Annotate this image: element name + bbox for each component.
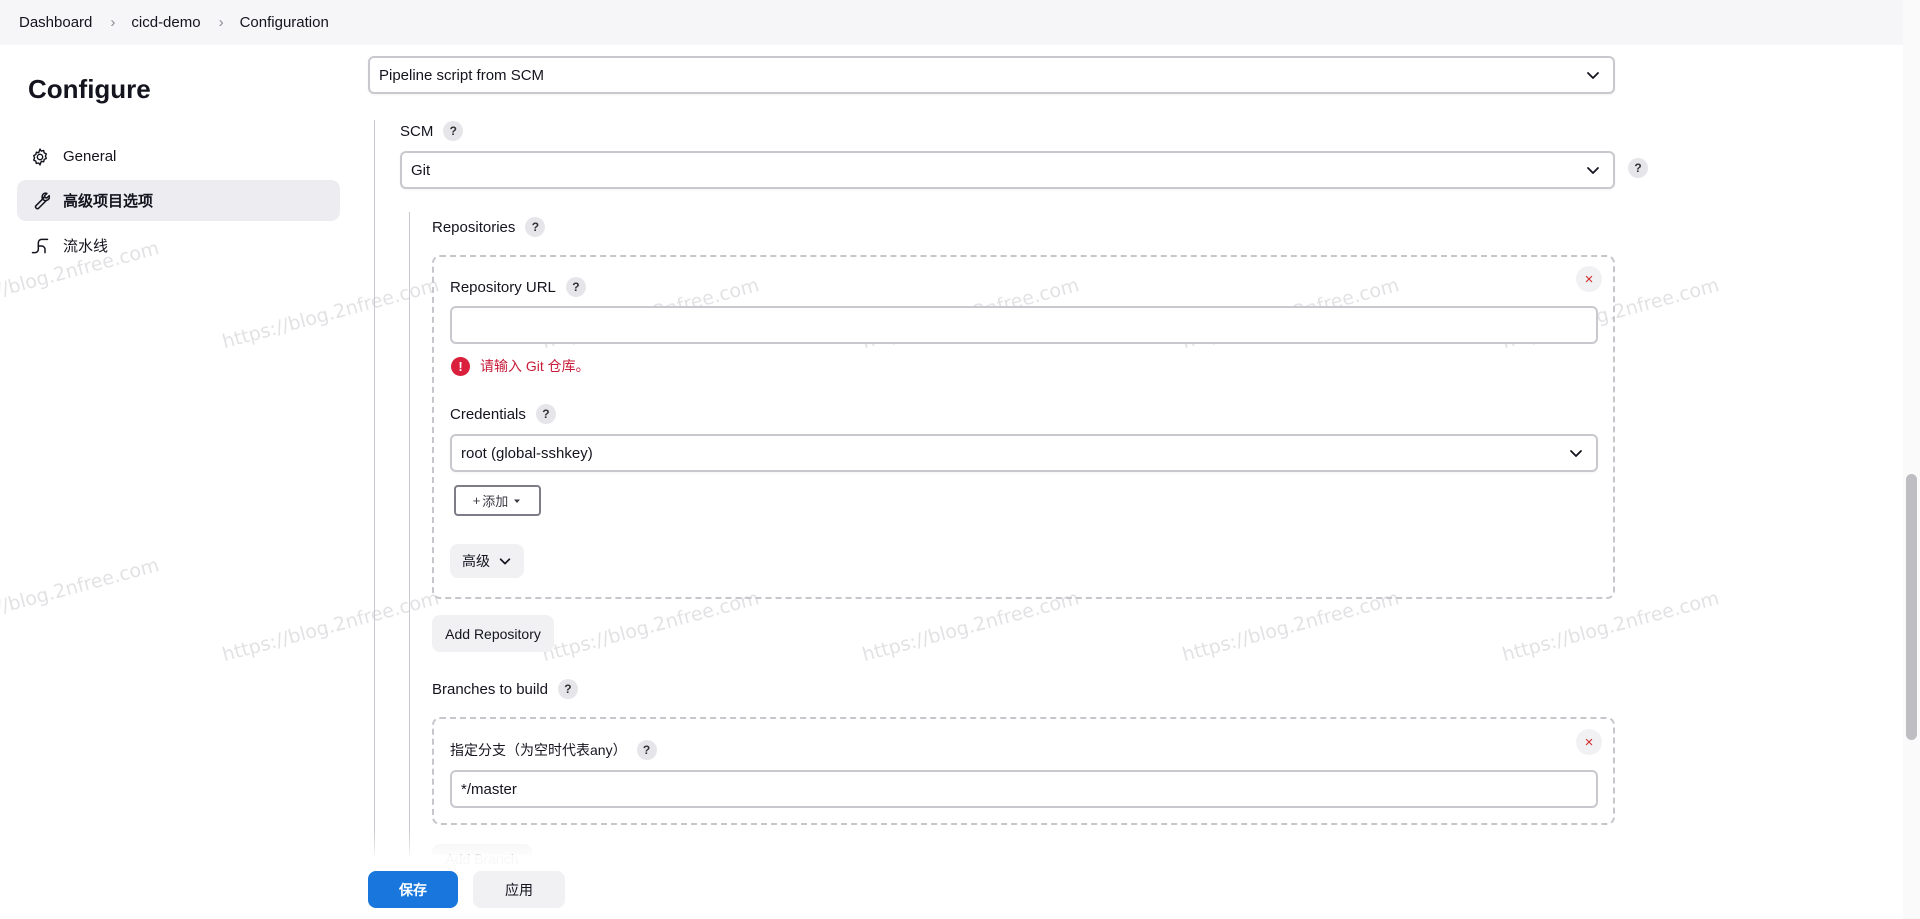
section-divider [374, 120, 375, 855]
caret-down-icon [514, 499, 521, 503]
help-icon[interactable]: ? [565, 277, 586, 297]
watermark-text: https://blog.2nfree.com [1500, 587, 1722, 667]
help-icon[interactable]: ? [535, 404, 556, 424]
sidebar-item-label: 高级项目选项 [63, 193, 154, 210]
branch-spec-input[interactable] [450, 770, 1598, 808]
credentials-value: root (global-sshkey) [461, 444, 593, 462]
sidebar-item-label: 流水线 [63, 238, 109, 255]
branches-label: Branches to build ? [432, 679, 578, 699]
advanced-label: 高级 [462, 553, 490, 569]
chevron-down-icon [1587, 72, 1599, 79]
gear-icon [29, 146, 51, 168]
save-button[interactable]: 保存 [368, 871, 458, 908]
repository-url-label-text: Repository URL [450, 278, 556, 296]
sidebar-item-label: General [63, 148, 117, 165]
repository-url-input[interactable] [450, 306, 1598, 344]
wrench-icon [29, 190, 51, 212]
pipeline-icon [29, 235, 51, 257]
repositories-label: Repositories ? [432, 217, 546, 237]
apply-button[interactable]: 应用 [473, 871, 565, 908]
breadcrumb-dashboard[interactable]: Dashboard [19, 14, 92, 31]
help-icon[interactable]: ? [525, 217, 546, 237]
watermark-text: https://blog.2nfree.com [1180, 587, 1402, 667]
sidebar-item-general[interactable]: General [17, 136, 340, 177]
help-icon[interactable]: ? [443, 121, 464, 141]
branch-spec-label: 指定分支（为空时代表any） ? [450, 740, 657, 760]
help-icon[interactable]: ? [1628, 158, 1648, 178]
chevron-down-icon [499, 558, 511, 565]
credentials-label-text: Credentials [450, 405, 526, 423]
scm-label-text: SCM [400, 122, 434, 140]
repository-url-label: Repository URL ? [450, 277, 586, 297]
credentials-select[interactable]: root (global-sshkey) [450, 434, 1598, 472]
section-divider [409, 212, 410, 855]
sidebar-item-advanced[interactable]: 高级项目选项 [17, 180, 340, 221]
scm-value: Git [411, 161, 431, 179]
breadcrumb-job[interactable]: cicd-demo [131, 14, 200, 31]
sidebar-item-pipeline[interactable]: 流水线 [17, 225, 340, 266]
scm-select[interactable]: Git [400, 151, 1615, 189]
credentials-label: Credentials ? [450, 404, 556, 424]
plus-icon: + [472, 493, 481, 508]
definition-value: Pipeline script from SCM [379, 66, 545, 84]
advanced-button[interactable]: 高级 [450, 544, 524, 578]
watermark-text: https://blog.2nfree.com [860, 587, 1082, 667]
definition-select[interactable]: Pipeline script from SCM [368, 56, 1615, 94]
chevron-down-icon [1587, 167, 1599, 174]
breadcrumb-configuration[interactable]: Configuration [240, 14, 329, 31]
branch-spec-label-text: 指定分支（为空时代表any） [450, 742, 627, 758]
error-icon: ! [451, 356, 470, 376]
help-icon[interactable]: ? [636, 740, 657, 760]
scrollbar-thumb[interactable] [1906, 474, 1917, 740]
breadcrumb-separator: › [218, 14, 224, 31]
repositories-label-text: Repositories [432, 218, 516, 236]
add-repository-button[interactable]: Add Repository [432, 615, 554, 652]
error-text: 请输入 Git 仓库。 [480, 358, 590, 374]
repository-url-error: ! 请输入 Git 仓库。 [451, 356, 590, 376]
branches-label-text: Branches to build [432, 680, 548, 698]
breadcrumb: Dashboard › cicd-demo › Configuration [0, 0, 1920, 45]
remove-repository-close-icon[interactable]: × [1576, 266, 1602, 292]
breadcrumb-separator: › [110, 14, 116, 31]
remove-branch-close-icon[interactable]: × [1576, 729, 1602, 755]
help-icon[interactable]: ? [557, 679, 578, 699]
add-credentials-button[interactable]: + 添加 [454, 485, 541, 516]
scrollbar-track[interactable] [1903, 0, 1920, 919]
watermark-text: https://blog.2nfree.com [0, 554, 162, 634]
scm-label: SCM ? [400, 121, 464, 141]
add-credentials-label: 添加 [482, 494, 509, 509]
watermark-text: https://blog.2nfree.com [540, 587, 762, 667]
chevron-down-icon [1570, 450, 1582, 457]
page-title: Configure [28, 74, 151, 104]
